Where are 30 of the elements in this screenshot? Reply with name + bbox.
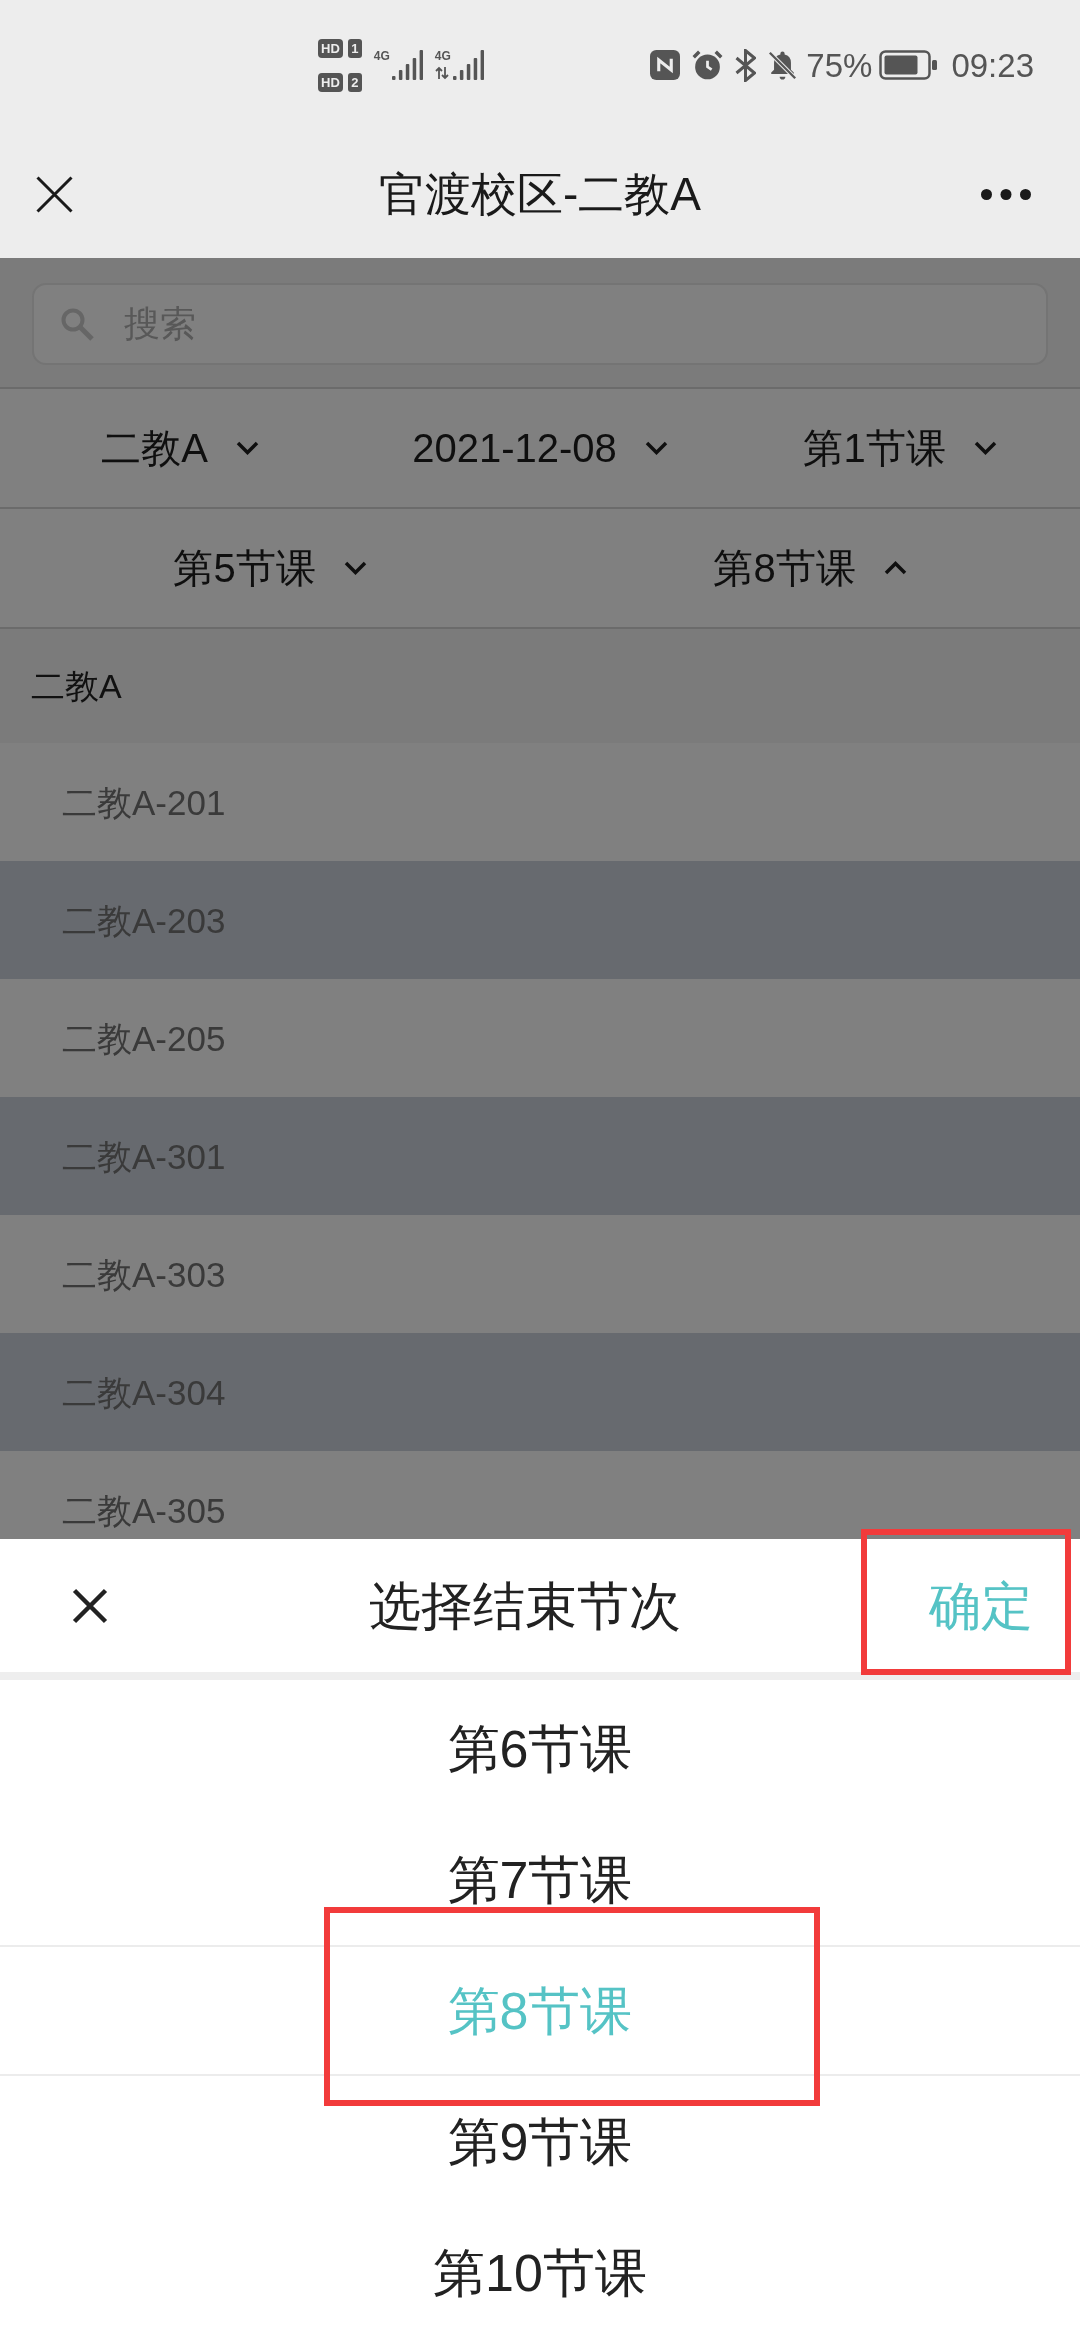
- network-type-label: 4G: [373, 50, 390, 62]
- period-option[interactable]: 第6节课: [0, 1683, 1080, 1814]
- period-option[interactable]: 第10节课: [0, 2207, 1080, 2338]
- more-icon: [981, 188, 1031, 200]
- signal-icon: [452, 50, 484, 80]
- sim-label: HD: [318, 72, 343, 92]
- close-icon: [72, 1587, 108, 1624]
- battery-percent: 75%: [806, 48, 873, 82]
- bell-off-icon: [768, 49, 798, 81]
- sim-slot-label: 1: [347, 38, 362, 58]
- filter-dropdown[interactable]: 2021-12-08: [412, 428, 668, 468]
- sim-slot-label: 2: [347, 72, 362, 92]
- period-option[interactable]: 第9节课: [0, 2076, 1080, 2207]
- filter-dropdown[interactable]: 第8节课: [713, 548, 907, 588]
- sheet-title: 选择结束节次: [368, 1579, 682, 1632]
- filter-dropdown[interactable]: 第1节课: [803, 428, 997, 468]
- building-header: 二教A: [0, 629, 1080, 743]
- alarm-clock-icon: [691, 48, 725, 82]
- network-type-label: 4G: [434, 50, 451, 62]
- battery-icon: [879, 50, 938, 80]
- filter-dropdown[interactable]: 第5节课: [173, 548, 367, 588]
- clock-time: 09:23: [951, 48, 1034, 82]
- close-icon: [36, 175, 73, 213]
- sim-label: HD: [318, 38, 343, 58]
- bluetooth-icon: [735, 48, 757, 82]
- period-option[interactable]: 第7节课: [0, 1814, 1080, 1945]
- search-icon: [60, 307, 94, 341]
- nfc-icon: [650, 50, 681, 80]
- page-title: 官渡校区-二教A: [378, 171, 702, 217]
- filter-dropdown[interactable]: 二教A: [101, 428, 259, 468]
